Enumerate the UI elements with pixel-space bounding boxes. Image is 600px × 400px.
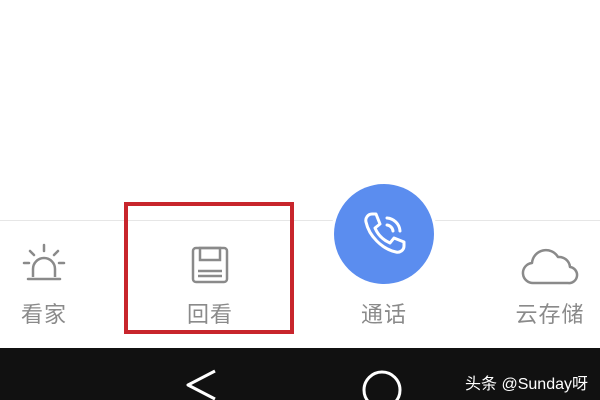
back-triangle-icon[interactable] — [183, 368, 219, 400]
tab-home[interactable]: 看家 — [0, 221, 88, 349]
highlight-annotation-box — [124, 202, 294, 334]
tab-call-label: 通话 — [360, 303, 407, 328]
home-circle-icon[interactable] — [360, 368, 404, 400]
phone-icon — [364, 212, 406, 254]
tab-cloud[interactable]: 云存储 — [500, 221, 600, 349]
tab-home-label: 看家 — [20, 303, 67, 328]
alarm-light-icon — [22, 243, 66, 291]
content-area — [0, 0, 600, 220]
bottom-tab-bar: 看家 回看 通话 云存储 — [0, 220, 600, 349]
watermark: 头条 @Sunday呀 — [465, 376, 588, 393]
app-screen: 看家 回看 通话 云存储 头条 @Sunday呀 — [0, 0, 600, 400]
cloud-icon — [520, 247, 580, 291]
call-button[interactable] — [334, 184, 434, 284]
tab-cloud-label: 云存储 — [515, 303, 585, 328]
